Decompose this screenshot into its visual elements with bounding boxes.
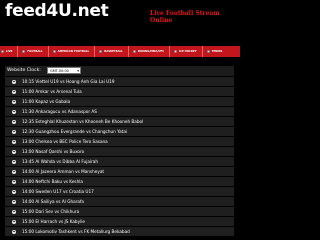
match-row[interactable]: 12:30 Guangzhou Evergrande vs Changchun … <box>5 127 234 137</box>
match-row[interactable]: 14:00 Sweden U17 vs Croatia U17 <box>5 187 234 197</box>
match-row[interactable]: 11:00 Amkar vs Arsenal Tula <box>5 87 234 97</box>
match-row[interactable]: 13:00 Nasaf Qarshi vs Buxoro <box>5 147 234 157</box>
football-icon <box>12 199 16 204</box>
match-title[interactable]: 12:30 Guangzhou Evergrande vs Changchun … <box>22 129 127 134</box>
match-title[interactable]: 15:00 El Harrach vs JS Kabylie <box>22 219 85 224</box>
timezone-value: GMT-00:00 <box>50 69 69 73</box>
nav-item-label: FOOTBALL <box>27 50 43 53</box>
nav-divider <box>127 46 129 57</box>
match-row[interactable]: 10:15 Viettel U19 vs Hoang Anh Gia Lai U… <box>5 77 234 87</box>
page: feed4U.net Live Football Stream Online L… <box>0 0 240 240</box>
nav-divider <box>17 46 19 57</box>
match-title[interactable]: 11:30 Ankaragucu vs Adanaspor AS <box>22 109 97 114</box>
match-row[interactable]: 11:30 Ankaragucu vs Adanaspor AS <box>5 107 234 117</box>
nav-divider <box>169 46 171 57</box>
website-clock-bar: Website Clock: GMT-00:00 ▾ <box>5 66 234 76</box>
nav-item-ice-hockey[interactable]: ICE HOCKEY <box>173 46 198 57</box>
football-icon <box>12 229 16 234</box>
match-title[interactable]: 15:00 Dari Sev vs Chikhura <box>22 209 79 214</box>
match-row[interactable]: 15:00 Dari Sev vs Chikhura <box>5 207 234 217</box>
match-title[interactable]: 11:00 Kapaz vs Gabala <box>22 99 70 104</box>
nav-item-tennis[interactable]: TENNIS <box>206 46 225 57</box>
football-icon <box>12 209 16 214</box>
match-title[interactable]: 12:35 Esteghlal Khuzestan vs Khooneh Be … <box>22 119 143 124</box>
match-title[interactable]: 14:00 Neftchi Baku vs Keshla <box>22 179 83 184</box>
nav-divider <box>47 46 49 57</box>
match-title[interactable]: 13:00 Nasaf Qarshi vs Buxoro <box>22 149 84 154</box>
football-icon <box>12 159 16 164</box>
nav-divider <box>201 46 203 57</box>
nav-item-american-football[interactable]: AMERICAN FOOTBALL <box>52 46 92 57</box>
nav-item-live[interactable]: LIVE <box>0 46 14 57</box>
football-icon <box>12 189 16 194</box>
nav-divider <box>94 46 96 57</box>
timezone-select[interactable]: GMT-00:00 ▾ <box>47 67 81 74</box>
match-row[interactable]: 13:00 Chelsea vs BEC Police Tero Sasana <box>5 137 234 147</box>
match-title[interactable]: 14:00 Sweden U17 vs Croatia U17 <box>22 189 94 194</box>
nav-item-label: AMERICAN FOOTBALL <box>57 50 90 53</box>
match-list: 10:15 Viettel U19 vs Hoang Anh Gia Lai U… <box>5 77 234 237</box>
match-title[interactable]: 15:00 Lokomotiv Tashkent vs FK Metallurg… <box>22 229 130 234</box>
match-row[interactable]: 14:00 Al Jazeera Amman vs Mansheyat <box>5 167 234 177</box>
match-row[interactable]: 14:00 Al Sailiya vs Al Gharafa <box>5 197 234 207</box>
nav-item-label: LIVE <box>6 50 13 53</box>
match-title[interactable]: 11:00 Amkar vs Arsenal Tula <box>22 89 82 94</box>
football-icon <box>12 169 16 174</box>
chevron-down-icon: ▾ <box>77 69 79 73</box>
football-icon <box>12 139 16 144</box>
football-icon <box>12 99 16 104</box>
nav-item-basketball[interactable]: BASKETBALL <box>98 46 125 57</box>
match-row[interactable]: 11:00 Kapaz vs Gabala <box>5 97 234 107</box>
football-icon <box>12 89 16 94</box>
nav-item-label: ICE HOCKEY <box>179 50 197 53</box>
match-title[interactable]: 14:00 Al Jazeera Amman vs Mansheyat <box>22 169 104 174</box>
football-icon <box>12 149 16 154</box>
nav-item-football[interactable]: FOOTBALL <box>21 46 44 57</box>
main-nav: LIVE FOOTBALL AMERICAN FOOTBALL BASKETBA… <box>0 46 240 57</box>
football-icon <box>12 219 16 224</box>
football-icon <box>12 79 16 84</box>
match-title[interactable]: 10:15 Viettel U19 vs Hoang Anh Gia Lai U… <box>22 79 115 84</box>
football-icon <box>12 129 16 134</box>
match-row[interactable]: 15:00 Lokomotiv Tashkent vs FK Metallurg… <box>5 227 234 237</box>
match-row[interactable]: 15:00 El Harrach vs JS Kabylie <box>5 217 234 227</box>
site-tagline: Live Football Stream Online <box>150 10 220 24</box>
nav-item-boxing[interactable]: BOXING/MMA/UFC <box>132 46 166 57</box>
nav-item-label: TENNIS <box>211 50 223 53</box>
nav-item-label: BOXING/MMA/UFC <box>137 50 165 53</box>
match-title[interactable]: 13:00 Chelsea vs BEC Police Tero Sasana <box>22 139 108 144</box>
football-icon <box>12 179 16 184</box>
match-row[interactable]: 14:00 Neftchi Baku vs Keshla <box>5 177 234 187</box>
header: feed4U.net Live Football Stream Online <box>0 0 240 30</box>
football-icon <box>12 109 16 114</box>
match-title[interactable]: 13:45 Al Wahda vs Dibba Al Fujairah <box>22 159 98 164</box>
nav-item-label: BASKETBALL <box>104 50 123 53</box>
match-row[interactable]: 13:45 Al Wahda vs Dibba Al Fujairah <box>5 157 234 167</box>
football-icon <box>12 119 16 124</box>
site-logo[interactable]: feed4U.net <box>5 1 109 21</box>
clock-label: Website Clock: <box>7 68 41 73</box>
match-row[interactable]: 12:35 Esteghlal Khuzestan vs Khooneh Be … <box>5 117 234 127</box>
match-title[interactable]: 14:00 Al Sailiya vs Al Gharafa <box>22 199 84 204</box>
